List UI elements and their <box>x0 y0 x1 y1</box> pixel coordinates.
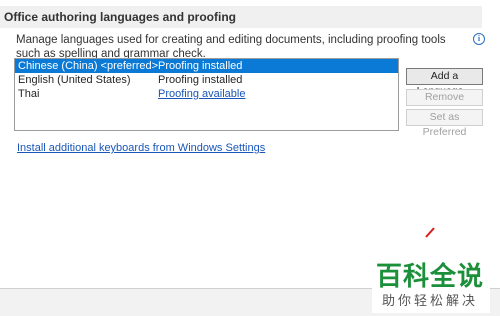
proofing-available-link[interactable]: Proofing available <box>158 87 245 101</box>
section-header: Office authoring languages and proofing <box>0 6 482 28</box>
section-description: Manage languages used for creating and e… <box>16 34 446 60</box>
watermark-logo: 百科全说 <box>376 262 485 292</box>
language-name: Thai <box>18 88 40 100</box>
language-list[interactable]: Chinese (China) <preferred> Proofing ins… <box>14 58 399 131</box>
proofing-status: Proofing installed <box>158 60 243 72</box>
red-pointer-mark <box>425 227 435 238</box>
watermark-tagline: 助你轻松解决 <box>382 294 479 309</box>
install-keyboards-link[interactable]: Install additional keyboards from Window… <box>17 142 265 154</box>
language-row-english[interactable]: English (United States) Proofing install… <box>15 73 398 87</box>
remove-button[interactable]: Remove <box>406 89 483 106</box>
language-row-thai[interactable]: Thai Proofing available <box>15 87 398 101</box>
proofing-status: Proofing installed <box>158 74 243 86</box>
language-name: English (United States) <box>18 74 131 86</box>
info-icon[interactable]: i <box>473 33 485 45</box>
add-language-button[interactable]: Add a Language... <box>406 68 483 97</box>
set-as-preferred-button[interactable]: Set as Preferred <box>406 109 483 138</box>
language-name: Chinese (China) <preferred> <box>18 60 159 72</box>
language-row-chinese[interactable]: Chinese (China) <preferred> Proofing ins… <box>15 59 398 73</box>
